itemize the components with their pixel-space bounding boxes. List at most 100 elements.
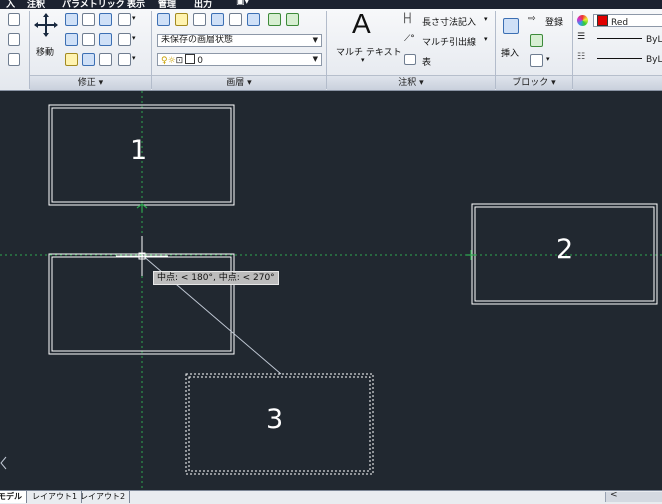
lineweight-icon: ☰ — [577, 32, 586, 42]
drawing-canvas[interactable]: 1 2 3 中点: < 180°, 中点: < 270° — [0, 91, 662, 490]
table-label: 表 — [422, 58, 432, 68]
object-snap-tooltip: 中点: < 180°, 中点: < 270° — [153, 271, 279, 285]
ucs-icon-fragment — [0, 456, 7, 470]
trim-icon[interactable] — [99, 13, 112, 26]
menu-bar: 入 注釈 パラメトリック 表示 管理 出力 ▣▾ — [0, 0, 662, 9]
color-wheel-icon — [577, 15, 588, 26]
lock-icon: ⊡ — [175, 56, 184, 66]
layer-walk-icon[interactable] — [268, 13, 281, 26]
color-value: Red — [611, 18, 629, 27]
linetype-dropdown[interactable]: ByL — [593, 34, 662, 47]
layer-iso-icon[interactable] — [193, 13, 206, 26]
rectangle-1-label: 1 — [130, 135, 148, 166]
join-icon[interactable] — [118, 53, 131, 66]
offset-icon[interactable] — [99, 33, 112, 46]
lineweight-sample — [597, 58, 642, 59]
multileader-button[interactable]: ⟋° マルチ引出線 ▾ — [402, 34, 494, 48]
menu-item-manage[interactable]: 管理 — [158, 0, 176, 9]
dimension-button[interactable]: ├┤ 長さ寸法記入 ▾ — [402, 14, 494, 28]
modify-panel-title[interactable]: 修正 ▾ — [30, 75, 151, 90]
annotation-panel-title[interactable]: 注釈 ▾ — [327, 75, 495, 90]
lineweight-dropdown[interactable]: ByL — [593, 54, 662, 67]
scale-icon[interactable] — [82, 33, 95, 46]
chevron-down-icon: ▼ — [312, 36, 318, 44]
chevron-down-icon: ▾ — [361, 56, 365, 64]
dimension-label: 長さ寸法記入 — [422, 18, 477, 28]
menu-item-annotate[interactable]: 注釈 — [27, 0, 45, 9]
mirror-icon[interactable] — [65, 33, 78, 46]
chevron-down-icon[interactable]: ▾ — [132, 54, 136, 62]
create-block-icon: ⇨ — [528, 14, 536, 24]
menu-item-parametric[interactable]: パラメトリック — [62, 0, 125, 9]
rectangle-icon[interactable] — [8, 33, 20, 46]
rotate-icon[interactable] — [82, 13, 95, 26]
color-swatch — [597, 15, 608, 26]
match-properties-button[interactable] — [576, 14, 592, 28]
insert-block-label: 挿入 — [501, 49, 520, 59]
chevron-down-icon[interactable]: ▾ — [132, 34, 136, 42]
stretch-icon[interactable] — [118, 13, 131, 26]
layer-properties-icon[interactable] — [157, 13, 170, 26]
layer-match-icon[interactable] — [211, 13, 224, 26]
register-block-label: 登録 — [545, 18, 564, 28]
tab-model[interactable]: モデル — [0, 491, 27, 503]
copy-icon[interactable] — [65, 13, 78, 26]
fillet-icon[interactable] — [8, 13, 20, 26]
rectangle-3-label: 3 — [266, 404, 284, 435]
color-dropdown[interactable]: Red — [593, 14, 662, 27]
block-editor-icon[interactable] — [530, 34, 543, 47]
attribute-icon[interactable] — [530, 54, 543, 67]
layout-tab-bar: モデル レイアウト1 レイアウト2 < — [0, 490, 662, 504]
tab-layout1[interactable]: レイアウト1 — [28, 491, 83, 503]
properties-panel-title[interactable] — [573, 75, 662, 90]
explode-icon[interactable] — [82, 53, 95, 66]
linear-dimension-icon: ├┤ — [402, 14, 413, 24]
chevron-down-icon: ▾ — [484, 15, 488, 23]
layers-panel-title[interactable]: 画層 ▾ — [152, 75, 326, 90]
tab-layout2[interactable]: レイアウト2 — [76, 491, 131, 503]
move-icon — [34, 13, 58, 37]
current-layer-value: 0 — [197, 56, 203, 66]
register-block-button[interactable]: ⇨ 登録 — [528, 14, 570, 28]
workspace-dropdown-icon[interactable]: ▣▾ — [236, 0, 249, 7]
drawing-svg — [0, 91, 662, 490]
table-icon — [404, 54, 416, 65]
current-layer-dropdown[interactable]: ♀☼⊡ 0 ▼ — [157, 53, 322, 66]
multileader-label: マルチ引出線 — [422, 38, 477, 48]
hatch-icon[interactable] — [8, 53, 20, 66]
linetype-sample — [597, 38, 642, 39]
layer-color-swatch — [185, 54, 196, 64]
horizontal-scrollbar[interactable]: < — [605, 491, 662, 502]
layer-state-value: 未保存の画層状態 — [161, 35, 234, 45]
menu-item-view[interactable]: 表示 — [127, 0, 145, 9]
ribbon: 移動 ▾ ▾ ▾ 修正 ▾ 未保存の画層状態 ▼ ♀☼⊡ 0 ▼ 画層 ▾ A マ… — [0, 9, 662, 91]
layer-merge-icon[interactable] — [286, 13, 299, 26]
chevron-down-icon[interactable]: ▾ — [132, 14, 136, 22]
layer-previous-icon[interactable] — [229, 13, 242, 26]
multileader-icon: ⟋° — [404, 34, 415, 44]
block-panel-title[interactable]: ブロック ▾ — [496, 75, 572, 90]
move-label: 移動 — [36, 48, 55, 58]
linetype-icon: ☷ — [577, 52, 586, 62]
insert-block-button[interactable]: 挿入 — [498, 14, 524, 66]
text-a-icon: A — [352, 9, 371, 39]
menu-item-insert[interactable]: 入 — [6, 0, 15, 9]
array-icon[interactable] — [99, 53, 112, 66]
move-button[interactable]: 移動 — [32, 12, 60, 62]
table-button[interactable]: 表 — [402, 54, 442, 68]
rectangle-2-label: 2 — [556, 234, 574, 265]
extend-icon[interactable] — [118, 33, 131, 46]
scroll-left-arrow[interactable]: < — [610, 491, 618, 500]
menu-item-output[interactable]: 出力 — [194, 0, 212, 9]
insert-block-icon — [503, 18, 519, 34]
multiline-text-label: マルチ テキスト — [336, 48, 402, 58]
layer-flags-icon: ♀☼ — [161, 56, 176, 66]
lineweight-value: ByL — [646, 55, 662, 65]
multiline-text-button[interactable]: A マルチ テキスト ▾ — [332, 9, 402, 70]
chevron-down-icon[interactable]: ▾ — [546, 55, 550, 63]
layer-state-dropdown[interactable]: 未保存の画層状態 ▼ — [157, 34, 322, 47]
erase-icon[interactable] — [65, 53, 78, 66]
chevron-down-icon: ▼ — [312, 55, 318, 63]
layer-freeze-icon[interactable] — [175, 13, 188, 26]
layer-unisolate-icon[interactable] — [247, 13, 260, 26]
